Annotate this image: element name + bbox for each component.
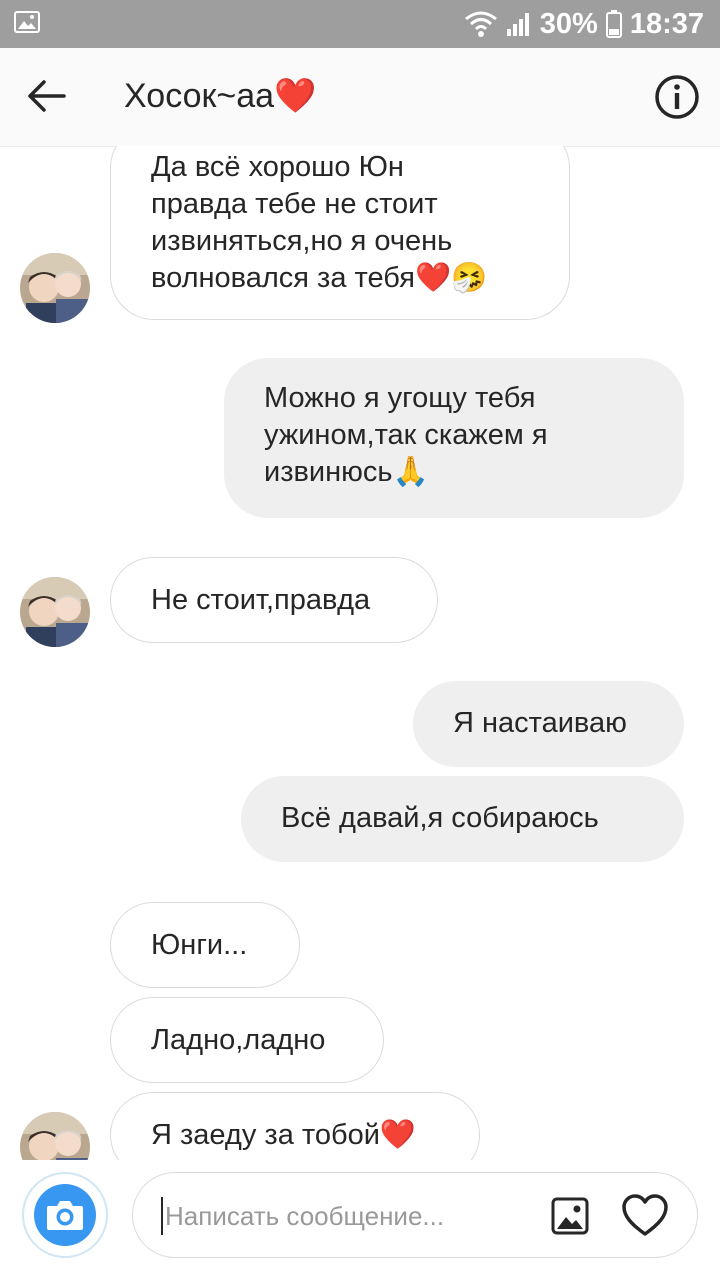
- battery-icon: [605, 10, 622, 38]
- signal-icon: [506, 13, 529, 36]
- info-icon[interactable]: [654, 74, 700, 120]
- chat-header: Хосок~аа❤️: [0, 48, 720, 147]
- message-line: Можно я угощу тебя: [264, 382, 536, 414]
- camera-button-fill: [34, 1184, 96, 1246]
- camera-icon: [47, 1201, 83, 1230]
- avatar[interactable]: [20, 1112, 90, 1160]
- message-line: извиняться,но я очень: [151, 225, 453, 257]
- outgoing-message[interactable]: Всё давай,я собираюсь: [241, 776, 684, 862]
- message-line: Я заеду за тобой: [151, 1119, 380, 1151]
- image-notification-icon: [14, 11, 40, 33]
- incoming-message[interactable]: Ладно,ладно: [110, 997, 384, 1083]
- chat-title[interactable]: Хосок~аа❤️: [124, 76, 316, 116]
- back-arrow-icon[interactable]: [26, 78, 66, 114]
- message-line: волновался за тебя: [151, 262, 415, 294]
- gallery-icon[interactable]: [551, 1197, 589, 1235]
- clock: 18:37: [629, 7, 704, 40]
- message-line: Да всё хорошо Юн: [151, 151, 404, 183]
- message-line: Не стоит,правда: [151, 584, 371, 616]
- message-line: Юнги...: [151, 929, 248, 961]
- message-input[interactable]: [163, 1173, 537, 1259]
- message-composer: [0, 1160, 720, 1280]
- heart-outline-icon[interactable]: [621, 1193, 669, 1239]
- outgoing-message[interactable]: Я настаиваю: [413, 681, 684, 767]
- message-line: Всё давай,я собираюсь: [281, 802, 599, 834]
- message-line: правда тебе не стоит: [151, 188, 438, 220]
- message-emoji: 🙏: [392, 456, 429, 488]
- outgoing-message[interactable]: Можно я угощу тебя ужином,так скажем я и…: [224, 358, 684, 518]
- incoming-message[interactable]: Не стоит,правда: [110, 557, 438, 643]
- avatar[interactable]: [20, 253, 90, 323]
- wifi-icon: [464, 11, 497, 37]
- camera-button[interactable]: [22, 1172, 108, 1258]
- battery-percent: 30%: [539, 7, 598, 40]
- incoming-message[interactable]: Юнги...: [110, 902, 300, 988]
- message-emoji: ❤️: [379, 1119, 417, 1151]
- incoming-message[interactable]: Я заеду за тобой❤️: [110, 1092, 480, 1160]
- message-line: извинюсь: [264, 456, 393, 488]
- heart-emoji: ❤️: [274, 77, 317, 115]
- status-bar: 30% 18:37: [0, 0, 720, 48]
- avatar-photo: [20, 253, 90, 323]
- message-line: Я настаиваю: [453, 707, 627, 739]
- avatar-photo: [20, 1112, 90, 1160]
- avatar[interactable]: [20, 577, 90, 647]
- avatar-photo: [20, 577, 90, 647]
- message-line: Ладно,ладно: [151, 1024, 326, 1056]
- incoming-message[interactable]: Да всё хорошо Юн правда тебе не стоит из…: [110, 146, 570, 320]
- chat-title-text: Хосок~аа: [124, 77, 275, 115]
- message-input-container[interactable]: [132, 1172, 698, 1259]
- message-list[interactable]: Да всё хорошо Юн правда тебе не стоит из…: [0, 146, 720, 1160]
- message-emoji: ❤️🤧: [414, 262, 488, 294]
- message-line: ужином,так скажем я: [264, 419, 548, 451]
